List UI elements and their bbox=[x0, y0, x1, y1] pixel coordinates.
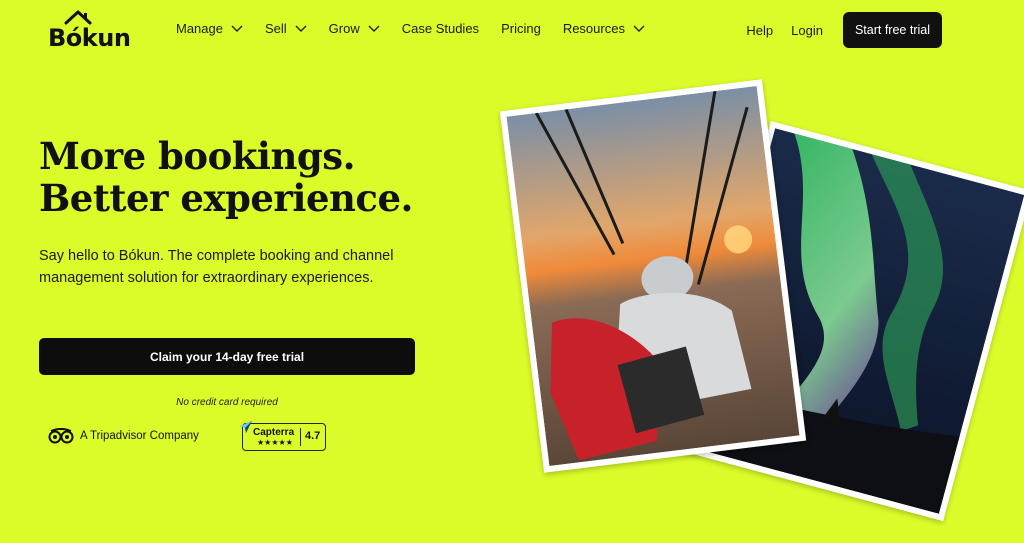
chevron-down-icon bbox=[295, 25, 307, 32]
chevron-down-icon bbox=[368, 25, 380, 32]
bokun-logo[interactable]: Bókun bbox=[48, 10, 138, 52]
menu-item-label: Sell bbox=[264, 21, 287, 36]
hero-headline: More bookings. Better experience. bbox=[39, 135, 413, 219]
menu-item-label: Case Studies bbox=[401, 21, 480, 36]
help-link[interactable]: Help bbox=[746, 23, 773, 38]
claim-free-trial-button[interactable]: Claim your 14-day free trial bbox=[39, 338, 415, 375]
menu-item-resources[interactable]: Resources bbox=[563, 21, 645, 36]
capterra-logo-icon bbox=[240, 421, 252, 433]
login-link[interactable]: Login bbox=[791, 23, 823, 38]
chevron-down-icon bbox=[231, 25, 243, 32]
menu-item-label: Grow bbox=[328, 21, 360, 36]
chevron-down-icon bbox=[633, 25, 645, 32]
capterra-divider bbox=[300, 428, 301, 446]
capterra-rating-badge: Capterra ★★★★★ 4.7 bbox=[240, 421, 326, 451]
main-menu: Manage Sell Grow Case Studies Pricing Re… bbox=[176, 21, 667, 36]
menu-item-label: Pricing bbox=[501, 21, 541, 36]
start-free-trial-button[interactable]: Start free trial bbox=[842, 12, 942, 48]
hero-subtext: Say hello to Bókun. The complete booking… bbox=[39, 248, 394, 286]
menu-item-grow[interactable]: Grow bbox=[329, 21, 380, 36]
menu-item-label: Resources bbox=[562, 21, 625, 36]
menu-item-case-studies[interactable]: Case Studies bbox=[402, 21, 479, 36]
tripadvisor-owl-icon bbox=[48, 428, 74, 444]
menu-item-manage[interactable]: Manage bbox=[176, 21, 243, 36]
capterra-score: 4.7 bbox=[305, 430, 321, 442]
paragliding-image bbox=[506, 85, 800, 467]
paragliding-photo bbox=[499, 79, 807, 473]
top-navigation: Bókun Manage Sell Grow Case Studies Pric… bbox=[0, 0, 1024, 60]
account-nav: Help Login Start free trial bbox=[746, 12, 942, 48]
capterra-stars: ★★★★★ bbox=[257, 438, 293, 447]
menu-item-sell[interactable]: Sell bbox=[265, 21, 307, 36]
tripadvisor-text: A Tripadvisor Company bbox=[80, 430, 199, 442]
headline-line-2: Better experience. bbox=[39, 176, 413, 220]
headline-line-1: More bookings. bbox=[39, 134, 355, 178]
menu-item-label: Manage bbox=[176, 21, 223, 36]
menu-item-pricing[interactable]: Pricing bbox=[501, 21, 541, 36]
capterra-name: Capterra bbox=[253, 427, 295, 438]
logo-text: Bókun bbox=[48, 24, 131, 52]
no-credit-card-note: No credit card required bbox=[176, 397, 278, 408]
tripadvisor-badge: A Tripadvisor Company bbox=[48, 428, 199, 444]
